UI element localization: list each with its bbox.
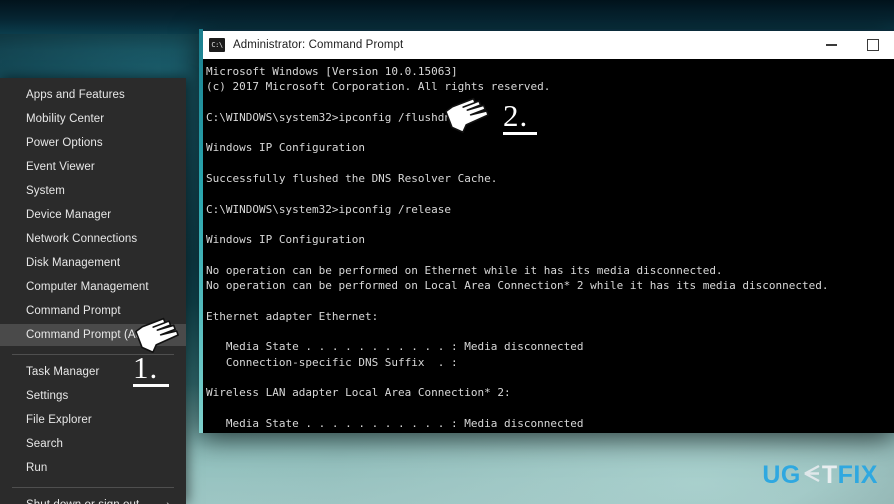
menu-item-gap: [0, 479, 186, 481]
menu-item-label: Network Connections: [26, 233, 138, 245]
menu-item-settings[interactable]: Settings: [0, 385, 186, 407]
chevron-right-icon: ›: [166, 494, 170, 504]
menu-item-computer-management[interactable]: Computer Management: [0, 276, 186, 298]
menu-item-label: Settings: [26, 390, 69, 402]
ugetfix-watermark: UG T FIX: [762, 461, 878, 490]
menu-item-search[interactable]: Search: [0, 433, 186, 455]
menu-item-label: Command Prompt: [26, 305, 121, 317]
menu-item-label: File Explorer: [26, 414, 92, 426]
watermark-fix: FIX: [837, 461, 878, 489]
menu-item-network-connections[interactable]: Network Connections: [0, 228, 186, 250]
menu-item-label: System: [26, 185, 65, 197]
screenshot-root: C:\ Administrator: Command Prompt Micros…: [0, 0, 894, 504]
menu-item-label: Event Viewer: [26, 161, 95, 173]
step-1-number: 1.: [133, 350, 159, 385]
menu-item-label: Computer Management: [26, 281, 149, 293]
minimize-icon: [825, 44, 837, 46]
minimize-button[interactable]: [810, 31, 852, 59]
command-prompt-window[interactable]: C:\ Administrator: Command Prompt Micros…: [199, 29, 894, 433]
menu-item-command-prompt-admin[interactable]: Command Prompt (Admin): [0, 324, 186, 346]
menu-item-system[interactable]: System: [0, 180, 186, 202]
menu-item-label: Task Manager: [26, 366, 100, 378]
cmd-window-title: Administrator: Command Prompt: [233, 39, 404, 51]
cmd-window-left-edge-glow: [199, 29, 203, 433]
menu-item-device-manager[interactable]: Device Manager: [0, 204, 186, 226]
menu-item-apps-and-features[interactable]: Apps and Features: [0, 84, 186, 106]
step-1-annotation: 1.: [133, 352, 169, 387]
step-2-number: 2.: [503, 98, 529, 133]
menu-item-power-options[interactable]: Power Options: [0, 132, 186, 154]
menu-item-label: Run: [26, 462, 48, 474]
menu-item-label: Disk Management: [26, 257, 121, 269]
menu-item-run[interactable]: Run: [0, 457, 186, 479]
menu-divider: [12, 487, 174, 488]
menu-item-label: Apps and Features: [26, 89, 125, 101]
window-controls: [810, 31, 894, 59]
cmd-console-body[interactable]: Microsoft Windows [Version 10.0.15063] (…: [199, 59, 894, 433]
menu-item-event-viewer[interactable]: Event Viewer: [0, 156, 186, 178]
watermark-ug: UG: [762, 461, 801, 489]
cmd-titlebar[interactable]: C:\ Administrator: Command Prompt: [199, 29, 894, 59]
watermark-e-icon: [802, 461, 821, 490]
menu-item-label: Shut down or sign out: [26, 499, 139, 504]
menu-item-label: Power Options: [26, 137, 103, 149]
winx-power-user-menu[interactable]: Apps and Features Mobility Center Power Op…: [0, 78, 186, 504]
menu-item-shut-down-or-sign-out[interactable]: Shut down or sign out ›: [0, 494, 186, 504]
menu-item-gap: [0, 346, 186, 348]
cmd-console-output: Microsoft Windows [Version 10.0.15063] (…: [206, 65, 829, 433]
menu-item-mobility-center[interactable]: Mobility Center: [0, 108, 186, 130]
menu-item-file-explorer[interactable]: File Explorer: [0, 409, 186, 431]
menu-item-label: Device Manager: [26, 209, 112, 221]
maximize-icon: [867, 39, 879, 51]
step-2-annotation: 2.: [503, 100, 537, 135]
cmd-console-icon: C:\: [209, 38, 225, 52]
menu-item-command-prompt[interactable]: Command Prompt: [0, 300, 186, 322]
menu-item-disk-management[interactable]: Disk Management: [0, 252, 186, 274]
menu-item-label: Search: [26, 438, 64, 450]
menu-item-label: Mobility Center: [26, 113, 105, 125]
menu-item-label: Command Prompt (Admin): [26, 329, 165, 341]
watermark-t: T: [821, 461, 838, 489]
maximize-button[interactable]: [852, 31, 894, 59]
